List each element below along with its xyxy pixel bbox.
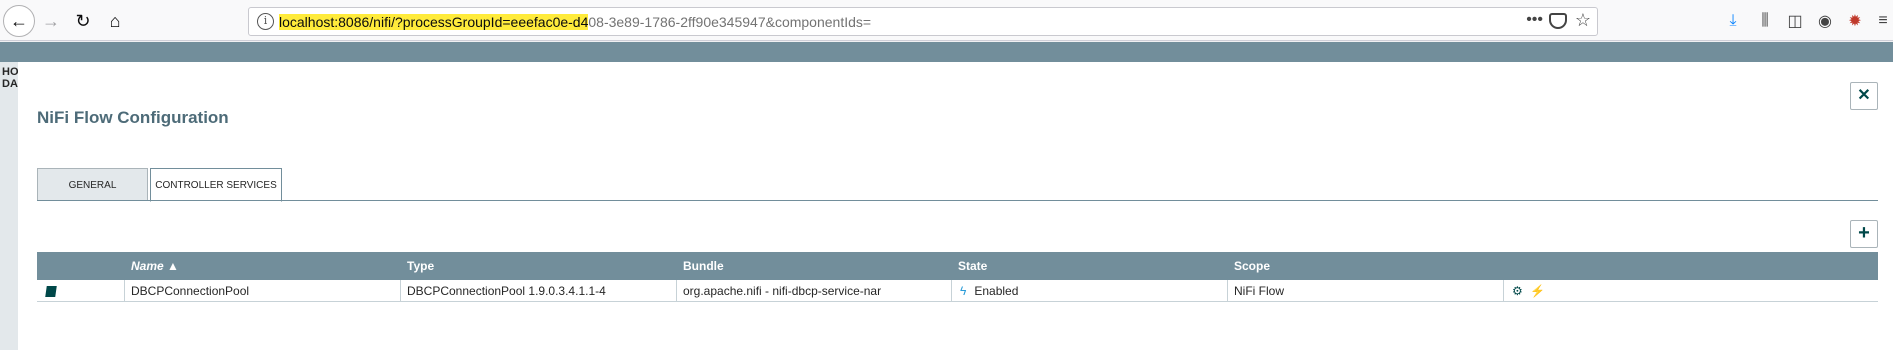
disable-icon[interactable]: ⚡ [1530, 284, 1545, 298]
back-icon[interactable]: ← [3, 5, 35, 37]
column-header-state[interactable]: State [958, 252, 987, 280]
column-header-scope[interactable]: Scope [1234, 252, 1270, 280]
tab-controller-services[interactable]: Controller Services [150, 168, 282, 202]
sidebar-icon[interactable]: ◫ [1784, 10, 1806, 32]
browser-toolbar: ← → ↻ ⌂ i localhost:8086/nifi/?processGr… [0, 0, 1893, 41]
flow-configuration-dialog: ✕ NiFi Flow Configuration General Contro… [18, 62, 1893, 350]
add-controller-service-button[interactable]: + [1850, 220, 1878, 248]
row-icon-cell [37, 280, 125, 302]
forward-icon[interactable]: → [36, 6, 66, 36]
column-header-type[interactable]: Type [407, 252, 434, 280]
url-text[interactable]: localhost:8086/nifi/?processGroupId=eeef… [279, 14, 871, 30]
bookmark-star-icon[interactable]: ☆ [1575, 10, 1591, 31]
column-header-name[interactable]: Name ▲ [131, 252, 179, 280]
menu-icon[interactable]: ≡ [1872, 10, 1893, 32]
cell-state: ϟ Enabled [952, 280, 1228, 302]
controller-services-table: Name ▲ Type Bundle State Scope DBCPConne… [37, 252, 1878, 302]
nifi-header [0, 42, 1893, 62]
configure-gear-icon[interactable]: ⚙ [1512, 284, 1523, 298]
download-icon[interactable]: ⤓ [1722, 10, 1744, 32]
tabs-divider [37, 200, 1878, 201]
cell-actions: ⚙ ⚡ [1504, 280, 1878, 302]
side-fragment-2: DA [2, 78, 18, 90]
table-header: Name ▲ Type Bundle State Scope [37, 252, 1878, 280]
extension-icon[interactable]: ✹ [1844, 10, 1866, 32]
pocket-icon[interactable] [1549, 13, 1567, 29]
info-icon[interactable]: i [257, 13, 274, 30]
home-icon[interactable]: ⌂ [100, 6, 130, 36]
cell-type: DBCPConnectionPool 1.9.0.3.4.1.1-4 [401, 280, 677, 302]
page-actions-icon[interactable]: ••• [1526, 11, 1543, 29]
enabled-bolt-icon: ϟ [960, 284, 967, 298]
side-fragment-1: HO [2, 66, 19, 78]
library-icon[interactable]: ⫼ [1754, 10, 1776, 32]
state-label: Enabled [974, 284, 1019, 298]
usage-book-icon[interactable] [45, 286, 57, 297]
url-bar[interactable]: i localhost:8086/nifi/?processGroupId=ee… [248, 7, 1598, 36]
account-icon[interactable]: ◉ [1814, 10, 1836, 32]
cell-scope: NiFi Flow [1228, 280, 1504, 302]
dialog-title: NiFi Flow Configuration [37, 108, 229, 127]
close-button[interactable]: ✕ [1850, 82, 1878, 110]
nifi-side-panel: HO DA [0, 62, 19, 350]
cell-name: DBCPConnectionPool [125, 280, 401, 302]
cell-bundle: org.apache.nifi - nifi-dbcp-service-nar [677, 280, 952, 302]
table-row[interactable]: DBCPConnectionPool DBCPConnectionPool 1.… [37, 280, 1878, 302]
url-highlighted: localhost:8086/nifi/?processGroupId=eeef… [279, 14, 589, 30]
column-header-bundle[interactable]: Bundle [683, 252, 724, 280]
tab-general[interactable]: General [37, 168, 148, 201]
reload-icon[interactable]: ↻ [68, 6, 98, 36]
url-rest: 08-3e89-1786-2ff90e345947&componentIds= [588, 14, 872, 30]
